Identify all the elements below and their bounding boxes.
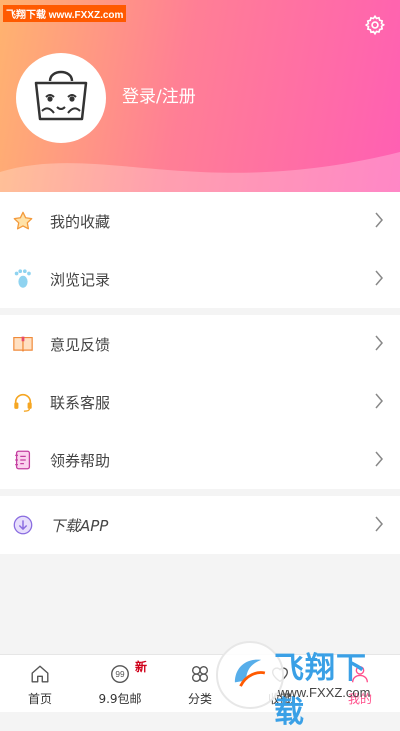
svg-text:99: 99: [115, 670, 125, 679]
tab-home[interactable]: 首页: [0, 655, 80, 712]
chevron-right-icon: [375, 451, 383, 467]
headset-icon: [14, 393, 32, 412]
footprint-icon: [14, 269, 31, 288]
chevron-right-icon: [375, 212, 383, 228]
menu-group-1: 我的收藏 浏览记录: [0, 192, 400, 308]
settings-gear-icon[interactable]: [364, 14, 386, 36]
watermark-url: www.FXXZ.com: [278, 685, 371, 700]
menu-item-label: 我的收藏: [50, 212, 111, 231]
menu-item-favorites[interactable]: 我的收藏: [0, 192, 400, 250]
home-icon: [31, 665, 49, 683]
watermark-label: 飞翔下载 www.FXXZ.com: [3, 5, 127, 22]
chevron-right-icon: [375, 335, 383, 351]
tab-label: 首页: [27, 692, 52, 706]
category-icon: [191, 665, 209, 683]
menu-item-label: 联系客服: [50, 393, 111, 412]
chevron-right-icon: [375, 393, 383, 409]
shopping-bag-mascot-icon: [34, 70, 88, 121]
profile-header: 飞翔下载 www.FXXZ.com 登录/注册: [0, 0, 400, 192]
notebook-icon: [15, 450, 31, 470]
new-badge: 新: [135, 660, 148, 674]
menu-group-2: 意见反馈 联系客服 领券帮助: [0, 315, 400, 489]
menu-group-3: 下载APP: [0, 496, 400, 554]
chevron-right-icon: [375, 270, 383, 286]
book-icon: [13, 336, 33, 352]
tab-label: 9.9包邮: [98, 692, 142, 706]
menu-item-label: 下载APP: [50, 516, 109, 535]
ninety-nine-icon: 99: [111, 665, 129, 683]
star-icon: [13, 211, 33, 230]
download-icon: [13, 515, 33, 535]
menu-item-coupon-help[interactable]: 领券帮助: [0, 431, 400, 489]
menu-item-label: 浏览记录: [50, 270, 111, 289]
fxxz-watermark-logo: 飞翔下载 www.FXXZ.com: [216, 633, 396, 730]
menu-item-history[interactable]: 浏览记录: [0, 250, 400, 308]
chevron-right-icon: [375, 516, 383, 532]
login-register-link[interactable]: 登录/注册: [122, 82, 196, 107]
menu-item-label: 领券帮助: [50, 451, 111, 470]
menu-item-label: 意见反馈: [50, 335, 111, 354]
menu-item-download-app[interactable]: 下载APP: [0, 496, 400, 554]
menu-item-feedback[interactable]: 意见反馈: [0, 315, 400, 373]
tab-free-shipping[interactable]: 99 新 9.9包邮: [80, 655, 160, 712]
avatar[interactable]: [16, 53, 106, 143]
menu-item-customer-service[interactable]: 联系客服: [0, 373, 400, 431]
